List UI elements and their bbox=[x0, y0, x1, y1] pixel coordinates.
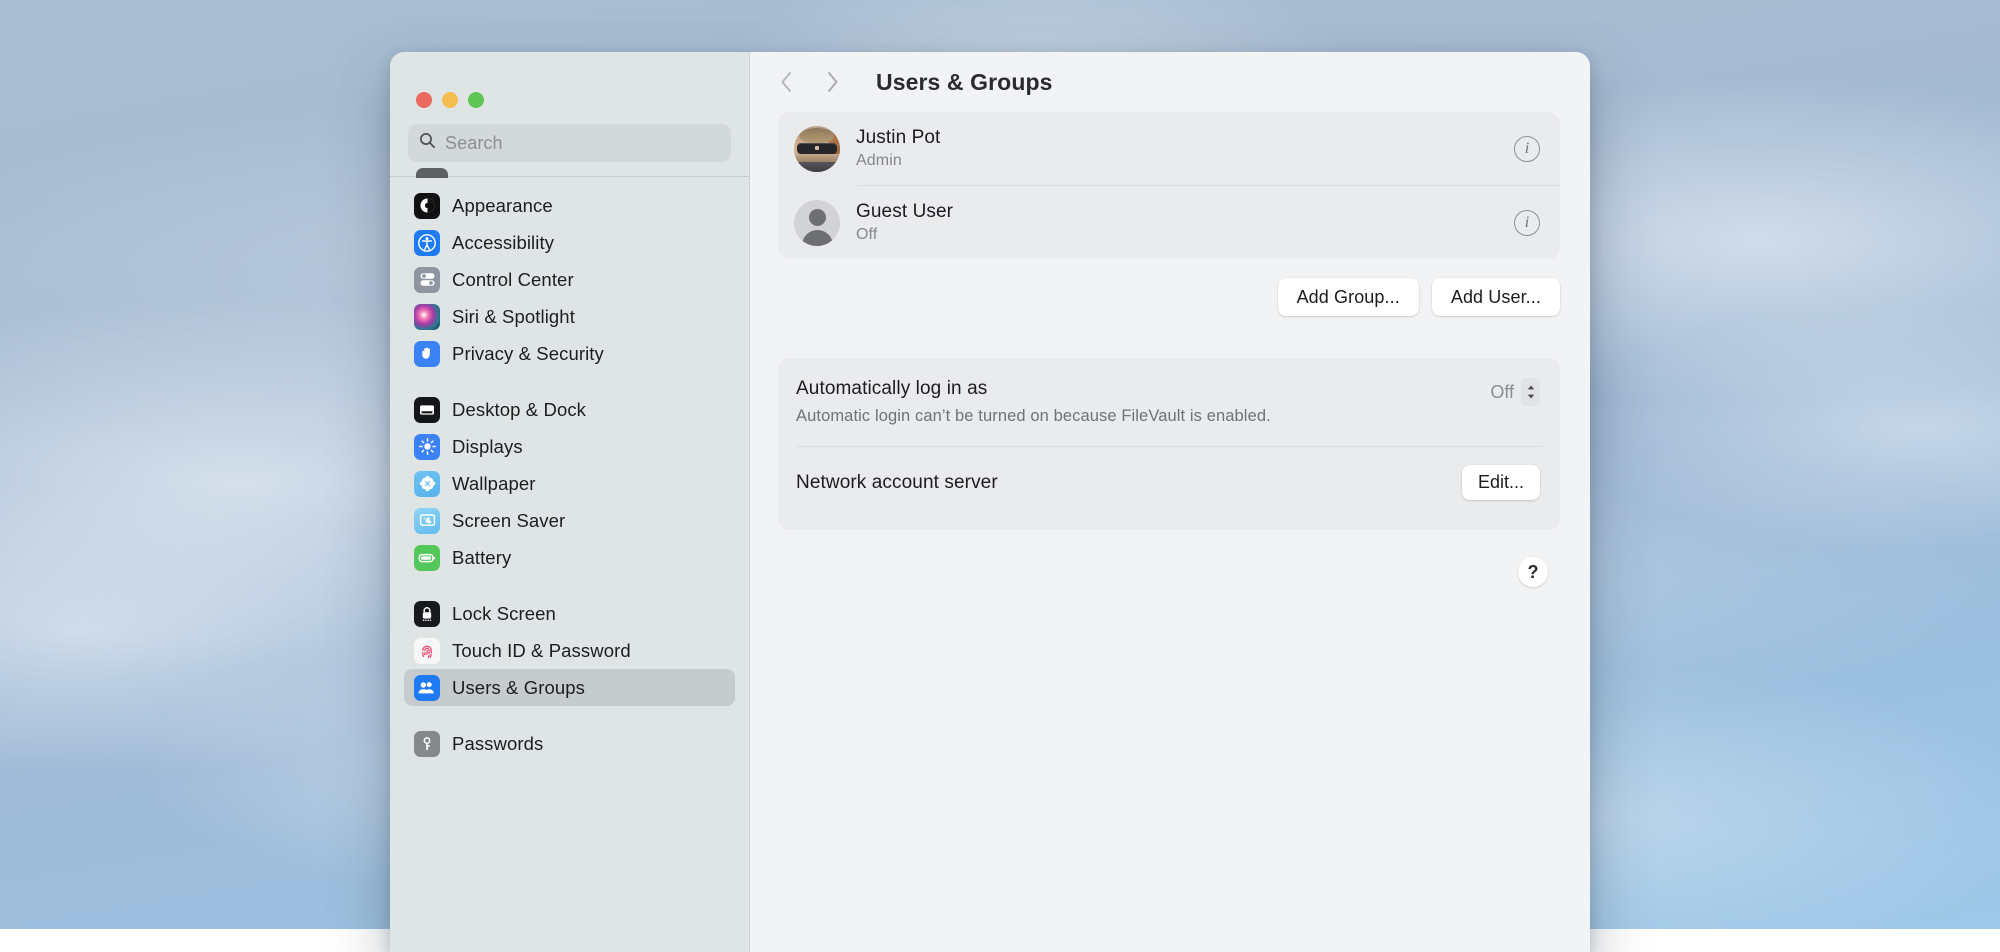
search-input[interactable]: Search bbox=[408, 124, 731, 162]
info-icon[interactable]: i bbox=[1514, 136, 1540, 162]
add-user-button[interactable]: Add User... bbox=[1432, 278, 1560, 316]
add-group-button[interactable]: Add Group... bbox=[1278, 278, 1419, 316]
sidebar-item-label: Privacy & Security bbox=[452, 343, 604, 365]
appearance-icon bbox=[414, 193, 440, 219]
network-account-server-row: Network account server Edit... bbox=[778, 447, 1560, 530]
sidebar-item-label: Control Center bbox=[452, 269, 574, 291]
passwords-key-icon bbox=[414, 731, 440, 757]
window-controls bbox=[390, 52, 749, 124]
sidebar-item-lock-screen[interactable]: Lock Screen bbox=[404, 595, 735, 632]
content-toolbar: Users & Groups bbox=[750, 52, 1590, 112]
sidebar-item-siri-spotlight[interactable]: Siri & Spotlight bbox=[404, 298, 735, 335]
sidebar-scroll-divider bbox=[390, 176, 749, 177]
sidebar-item-wallpaper[interactable]: Wallpaper bbox=[404, 465, 735, 502]
content-pane: Users & Groups Justin Pot Admin i bbox=[750, 52, 1590, 952]
desktop-dock-icon bbox=[414, 397, 440, 423]
auto-login-description: Automatic login can’t be turned on becau… bbox=[796, 407, 1271, 426]
sidebar-item-label: Accessibility bbox=[452, 232, 554, 254]
sidebar-item-passwords[interactable]: Passwords bbox=[404, 725, 735, 762]
sidebar: Search Appearance bbox=[390, 52, 750, 952]
sidebar-item-privacy-security[interactable]: Privacy & Security bbox=[404, 335, 735, 372]
search-icon bbox=[419, 132, 436, 154]
sidebar-item-control-center[interactable]: Control Center bbox=[404, 261, 735, 298]
page-title: Users & Groups bbox=[876, 69, 1053, 96]
auto-login-popup[interactable]: Off bbox=[1490, 378, 1540, 406]
screen-saver-icon bbox=[414, 508, 440, 534]
auto-login-value: Off bbox=[1490, 382, 1514, 403]
edit-button[interactable]: Edit... bbox=[1462, 465, 1540, 500]
sidebar-item-screen-saver[interactable]: Screen Saver bbox=[404, 502, 735, 539]
help-row: ? bbox=[778, 557, 1560, 587]
sidebar-item-battery[interactable]: Battery bbox=[404, 539, 735, 576]
sidebar-item-label: Displays bbox=[452, 436, 523, 458]
battery-icon bbox=[414, 545, 440, 571]
user-status: Admin bbox=[856, 152, 1498, 170]
control-center-icon bbox=[414, 267, 440, 293]
touch-id-icon bbox=[414, 638, 440, 664]
minimize-button[interactable] bbox=[442, 92, 458, 108]
sidebar-item-label: Passwords bbox=[452, 733, 543, 755]
table-row[interactable]: Justin Pot Admin i bbox=[778, 112, 1560, 185]
zoom-button[interactable] bbox=[468, 92, 484, 108]
privacy-hand-icon bbox=[414, 341, 440, 367]
sidebar-group-divider bbox=[404, 372, 735, 391]
user-status: Off bbox=[856, 226, 1498, 244]
sidebar-item-label: Siri & Spotlight bbox=[452, 306, 575, 328]
sidebar-item-label: Users & Groups bbox=[452, 677, 585, 699]
close-button[interactable] bbox=[416, 92, 432, 108]
chevron-right-icon[interactable] bbox=[820, 68, 844, 96]
avatar[interactable] bbox=[794, 126, 840, 172]
user-text: Guest User Off bbox=[856, 201, 1498, 244]
users-icon bbox=[414, 675, 440, 701]
lock-icon bbox=[414, 601, 440, 627]
content-body: Justin Pot Admin i Guest User Off i bbox=[750, 112, 1590, 587]
accessibility-icon bbox=[414, 230, 440, 256]
sidebar-item-label: Appearance bbox=[452, 195, 553, 217]
sidebar-item-label: Wallpaper bbox=[452, 473, 536, 495]
auto-login-text: Automatically log in as Automatic login … bbox=[796, 378, 1271, 426]
table-row[interactable]: Guest User Off i bbox=[778, 186, 1560, 259]
user-text: Justin Pot Admin bbox=[856, 127, 1498, 170]
chevron-updown-icon[interactable] bbox=[1521, 378, 1540, 406]
siri-icon bbox=[414, 304, 440, 330]
chevron-left-icon[interactable] bbox=[774, 68, 798, 96]
search-placeholder-text: Search bbox=[445, 133, 503, 154]
sidebar-item-label: Touch ID & Password bbox=[452, 640, 631, 662]
sidebar-item-displays[interactable]: Displays bbox=[404, 428, 735, 465]
sidebar-item-appearance[interactable]: Appearance bbox=[404, 187, 735, 224]
sidebar-item-label: Battery bbox=[452, 547, 511, 569]
sidebar-group-divider bbox=[404, 576, 735, 595]
network-account-server-label: Network account server bbox=[796, 472, 998, 494]
displays-icon bbox=[414, 434, 440, 460]
sidebar-partial-item-above[interactable] bbox=[416, 168, 448, 178]
user-name: Guest User bbox=[856, 201, 1498, 223]
question-mark-icon[interactable]: ? bbox=[1518, 557, 1548, 587]
wallpaper-icon bbox=[414, 471, 440, 497]
sidebar-item-accessibility[interactable]: Accessibility bbox=[404, 224, 735, 261]
system-settings-window: Search Appearance bbox=[390, 52, 1590, 952]
auto-login-row: Automatically log in as Automatic login … bbox=[778, 358, 1560, 446]
auto-login-label: Automatically log in as bbox=[796, 378, 1271, 400]
users-list-card: Justin Pot Admin i Guest User Off i bbox=[778, 112, 1560, 259]
sidebar-group-divider bbox=[404, 706, 735, 725]
sidebar-item-label: Desktop & Dock bbox=[452, 399, 586, 421]
sidebar-item-users-groups[interactable]: Users & Groups bbox=[404, 669, 735, 706]
user-actions: Add Group... Add User... bbox=[778, 278, 1560, 316]
sidebar-item-desktop-dock[interactable]: Desktop & Dock bbox=[404, 391, 735, 428]
avatar[interactable] bbox=[794, 200, 840, 246]
login-settings-card: Automatically log in as Automatic login … bbox=[778, 358, 1560, 530]
sidebar-item-label: Screen Saver bbox=[452, 510, 565, 532]
user-name: Justin Pot bbox=[856, 127, 1498, 149]
sidebar-item-label: Lock Screen bbox=[452, 603, 556, 625]
info-icon[interactable]: i bbox=[1514, 210, 1540, 236]
sidebar-nav-list: Appearance Accessibility bbox=[390, 177, 749, 952]
sidebar-item-touch-id[interactable]: Touch ID & Password bbox=[404, 632, 735, 669]
